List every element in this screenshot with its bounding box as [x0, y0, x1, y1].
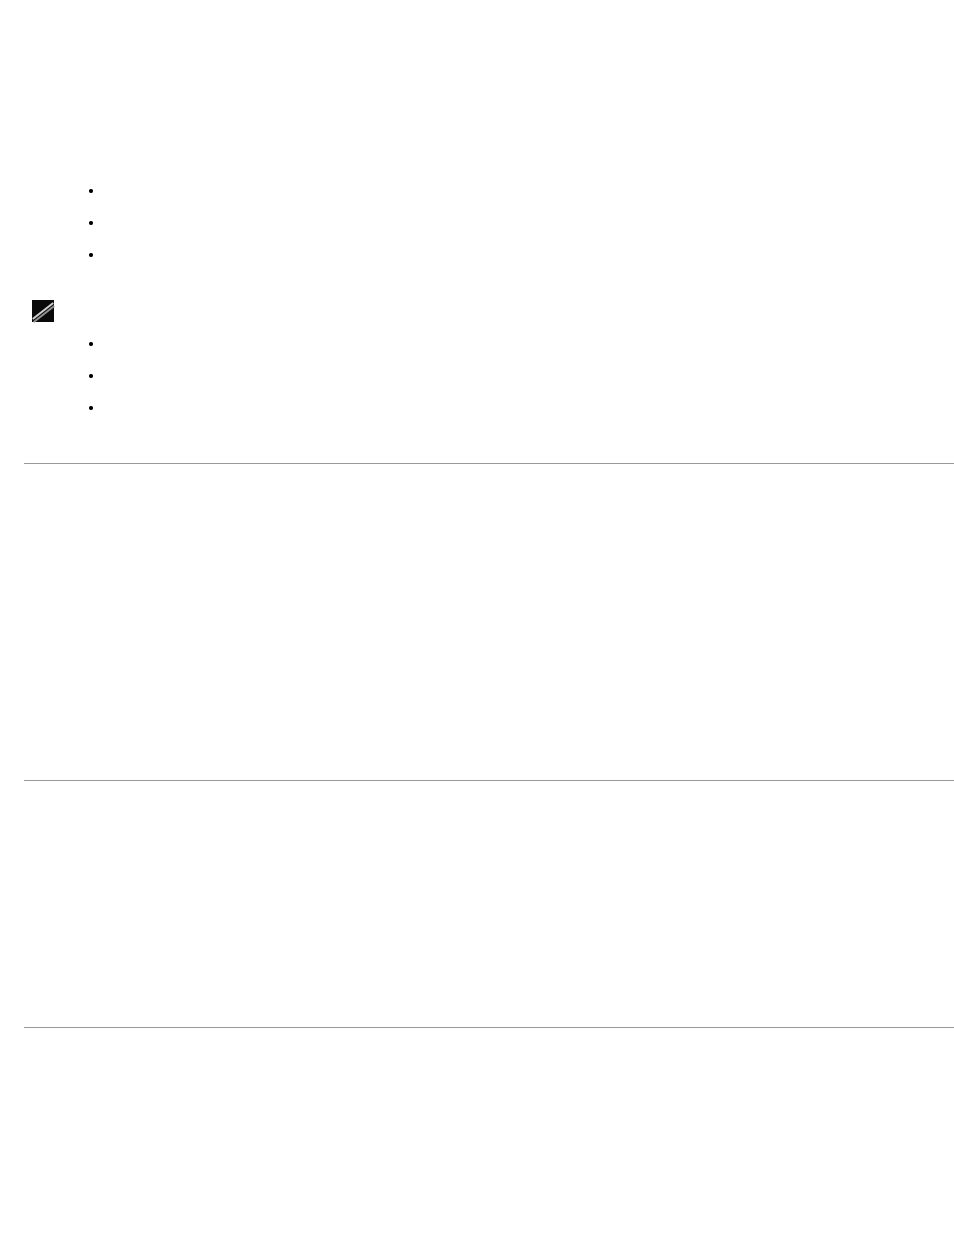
bullet-list-2 — [24, 327, 930, 423]
list-item — [104, 174, 930, 206]
list-item — [104, 327, 930, 359]
list-item — [104, 391, 930, 423]
bullet-list-1 — [24, 174, 930, 270]
list-item — [104, 206, 930, 238]
note-pencil-icon — [32, 300, 54, 322]
list-item — [104, 359, 930, 391]
list-item — [104, 238, 930, 270]
